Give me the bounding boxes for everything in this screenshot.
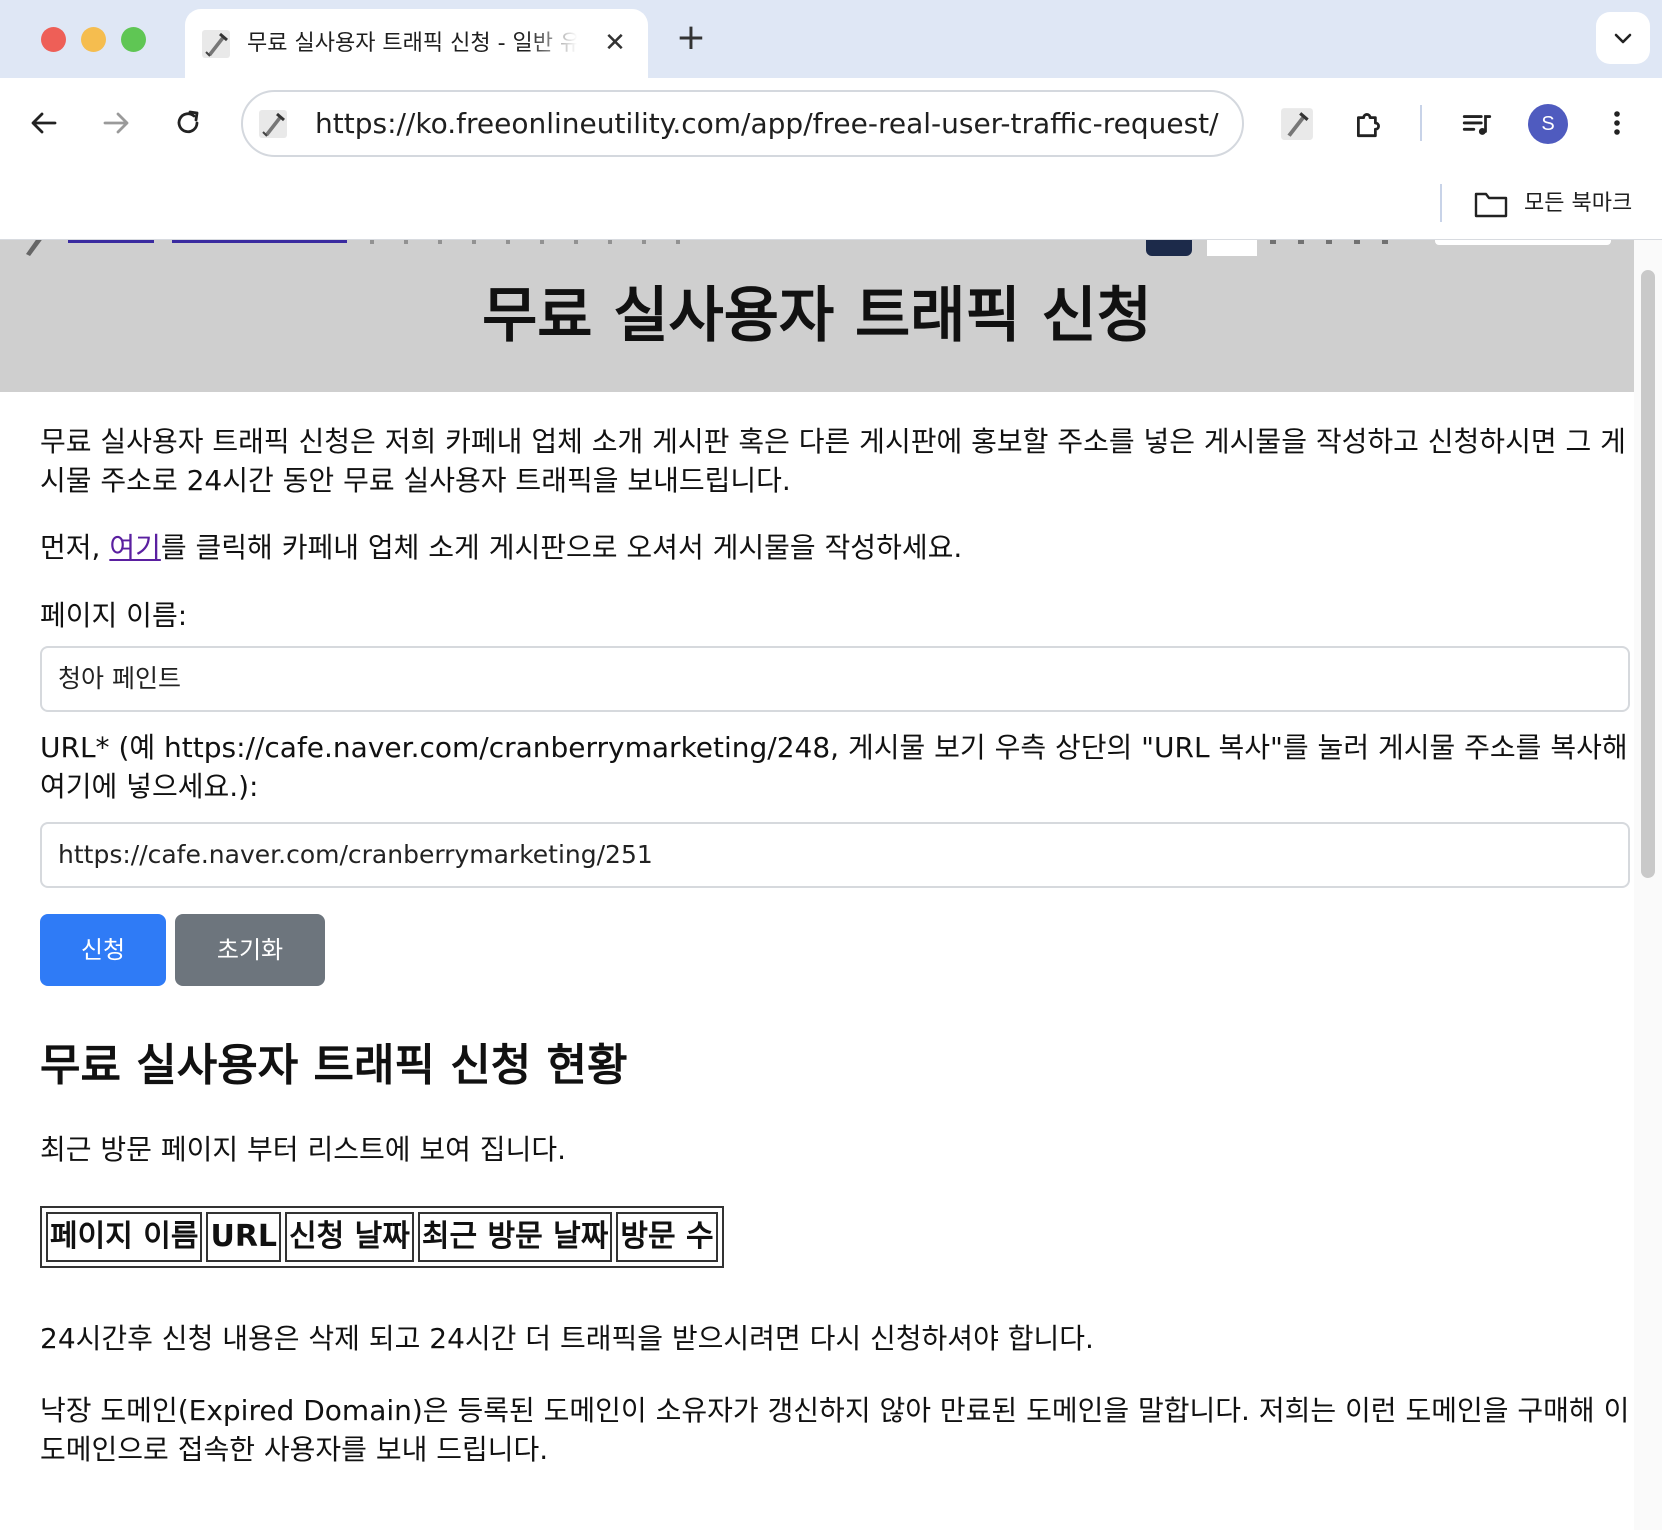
status-section-title: 무료 실사용자 트래픽 신청 현황 xyxy=(40,1040,628,1091)
instruction-prefix: 먼저, xyxy=(40,531,110,564)
site-nav-partial xyxy=(0,240,1634,258)
url-text[interactable]: https://ko.freeonlineutility.com/app/fre… xyxy=(315,108,1219,140)
page-title: 무료 실사용자 트래픽 신청 xyxy=(482,281,1152,351)
tab-search-button[interactable] xyxy=(1596,12,1650,64)
maximize-window-button[interactable] xyxy=(121,27,146,52)
column-header-page-name: 페이지 이름 xyxy=(46,1212,203,1262)
chevron-down-icon xyxy=(1614,33,1632,44)
nav-link[interactable] xyxy=(68,240,154,243)
site-favicon-icon xyxy=(202,30,230,58)
close-tab-icon[interactable]: ✕ xyxy=(599,27,631,59)
page-name-label: 페이지 이름: xyxy=(40,599,188,632)
back-button[interactable] xyxy=(22,101,66,145)
arrow-left-icon xyxy=(31,112,57,134)
all-bookmarks-label: 모든 북마크 xyxy=(1524,191,1633,216)
active-tab[interactable]: 무료 실사용자 트래픽 신청 - 일반 유틸리티 ✕ xyxy=(185,9,648,78)
page-viewport: 무료 실사용자 트래픽 신청 무료 실사용자 트래픽 신청은 저희 카페내 업체… xyxy=(0,240,1662,1530)
nav-image[interactable] xyxy=(1207,240,1257,256)
column-header-request-date: 신청 날짜 xyxy=(285,1212,414,1262)
column-header-last-visit-date: 최근 방문 날짜 xyxy=(417,1212,613,1262)
submit-button[interactable]: 신청 xyxy=(40,914,166,986)
scrollbar-thumb[interactable] xyxy=(1641,270,1655,878)
column-header-url: URL xyxy=(206,1212,282,1262)
page-name-input[interactable]: 청아 페인트 xyxy=(40,646,1630,712)
instruction-paragraph: 먼저, 여기를 클릭해 카페내 업체 소게 게시판으로 오셔서 게시물을 작성하… xyxy=(40,528,1630,567)
extension-freeonlineutility-button[interactable] xyxy=(1274,101,1318,145)
new-tab-icon[interactable]: + xyxy=(671,18,711,58)
address-bar[interactable]: https://ko.freeonlineutility.com/app/fre… xyxy=(241,90,1244,157)
tab-title: 무료 실사용자 트래픽 신청 - 일반 유틸리티 xyxy=(247,31,577,56)
extensions-button[interactable] xyxy=(1346,101,1390,145)
folder-icon xyxy=(1474,192,1508,218)
nav-link[interactable] xyxy=(172,240,347,243)
browser-window: 무료 실사용자 트래픽 신청 - 일반 유틸리티 ✕ + xyxy=(0,0,1662,1530)
wrench-tool-icon xyxy=(1281,108,1313,140)
table-header-row: 페이지 이름 URL 신청 날짜 최근 방문 날짜 방문 수 xyxy=(46,1212,718,1262)
cafe-board-link[interactable]: 여기 xyxy=(109,531,161,564)
profile-avatar[interactable]: S xyxy=(1528,104,1568,144)
browser-menu-button[interactable] xyxy=(1595,101,1639,145)
nav-text-partial xyxy=(1270,240,1400,244)
status-table: 페이지 이름 URL 신청 날짜 최근 방문 날짜 방문 수 xyxy=(40,1206,724,1268)
forward-button[interactable] xyxy=(94,101,138,145)
url-input[interactable]: https://cafe.naver.com/cranberrymarketin… xyxy=(40,822,1630,888)
puzzle-piece-icon xyxy=(1356,113,1380,138)
instruction-suffix: 를 클릭해 카페내 업체 소게 게시판으로 오셔서 게시물을 작성하세요. xyxy=(160,531,963,564)
playlist-music-icon xyxy=(1462,115,1492,135)
notice-paragraph: 24시간후 신청 내용은 삭제 되고 24시간 더 트래픽을 받으시려면 다시 … xyxy=(40,1322,1094,1355)
site-info-icon[interactable] xyxy=(257,108,289,140)
nav-search-input[interactable] xyxy=(1435,240,1611,245)
toolbar-divider xyxy=(1420,105,1422,141)
tab-strip: 무료 실사용자 트래픽 신청 - 일반 유틸리티 ✕ + xyxy=(0,0,1662,78)
reload-icon xyxy=(177,110,199,134)
expired-domain-paragraph: 낙장 도메인(Expired Domain)은 등록된 도메인이 소유자가 갱신… xyxy=(40,1394,1630,1466)
bookmarks-divider xyxy=(1440,184,1442,222)
arrow-right-icon xyxy=(103,112,129,134)
site-logo-icon[interactable] xyxy=(22,240,50,256)
nav-text-partial xyxy=(370,240,700,244)
media-control-button[interactable] xyxy=(1454,101,1498,145)
page-header: 무료 실사용자 트래픽 신청 xyxy=(0,240,1634,392)
column-header-visit-count: 방문 수 xyxy=(616,1212,718,1262)
url-label: URL* (예 https://cafe.naver.com/cranberry… xyxy=(40,731,1628,803)
close-window-button[interactable] xyxy=(41,27,66,52)
bookmarks-bar: 모든 북마크 xyxy=(0,168,1662,240)
status-description: 최근 방문 페이지 부터 리스트에 보여 집니다. xyxy=(40,1133,566,1166)
nav-image[interactable] xyxy=(1146,240,1192,256)
more-vertical-icon xyxy=(1614,111,1620,135)
browser-toolbar: https://ko.freeonlineutility.com/app/fre… xyxy=(0,78,1662,168)
reset-button[interactable]: 초기화 xyxy=(175,914,325,986)
intro-paragraph: 무료 실사용자 트래픽 신청은 저희 카페내 업체 소개 게시판 혹은 다른 게… xyxy=(40,425,1626,497)
reload-button[interactable] xyxy=(166,101,210,145)
minimize-window-button[interactable] xyxy=(81,27,106,52)
